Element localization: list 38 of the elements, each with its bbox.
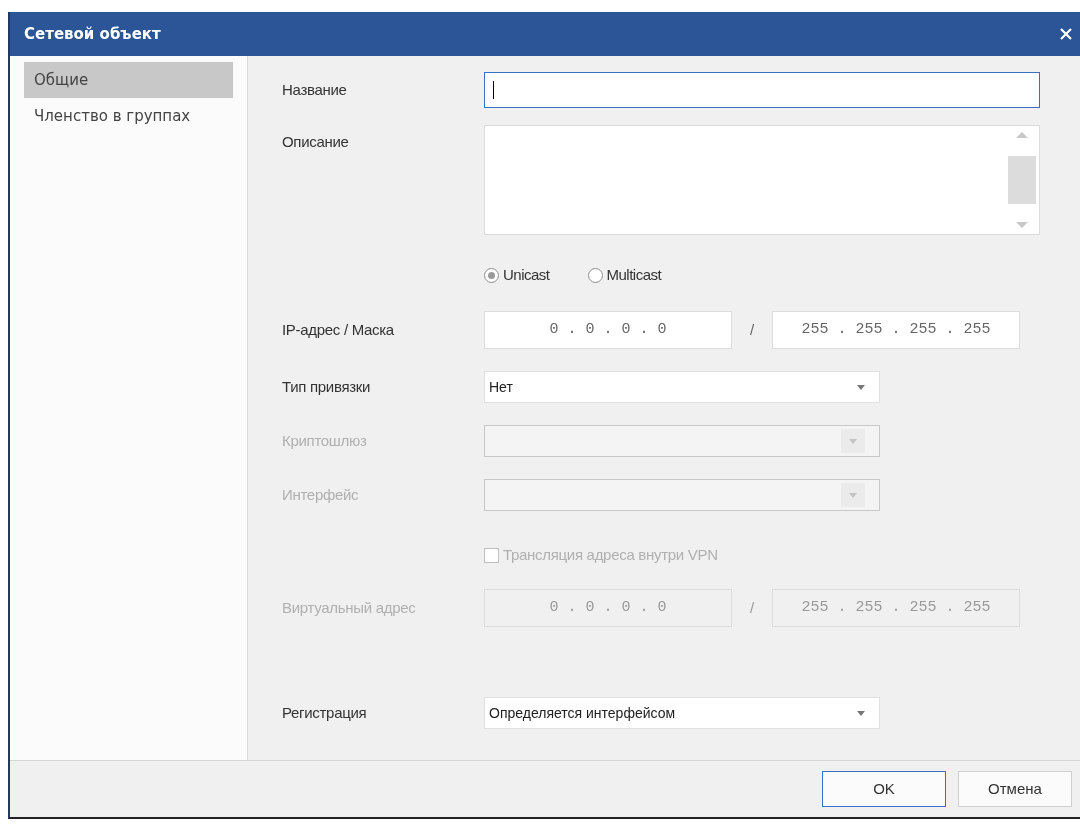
caret-icon — [857, 710, 865, 716]
radio-button[interactable] — [484, 267, 499, 283]
sidebar-item[interactable]: Общие — [24, 62, 233, 98]
window-title: Сетевой объект — [24, 23, 161, 45]
scroll-up-icon[interactable] — [1016, 132, 1028, 138]
checkbox-label: Трансляция адреса внутри VPN — [503, 544, 718, 565]
ip-address-field: 0 . 0 . 0 . 0 — [484, 589, 732, 627]
field-label: Интерфейс — [282, 484, 360, 505]
cancel-button[interactable]: Отмена — [958, 771, 1072, 807]
field-label: Регистрация — [282, 702, 368, 723]
ip-address-field[interactable]: 0 . 0 . 0 . 0 — [484, 311, 732, 349]
field-label: Тип привязки — [282, 376, 372, 397]
caret-icon — [857, 384, 865, 390]
subnet-mask-field: 255 . 255 . 255 . 255 — [772, 589, 1020, 627]
radio-button[interactable] — [587, 267, 603, 283]
separator-label: / — [748, 597, 756, 618]
close-icon — [1060, 28, 1072, 40]
sidebar-item[interactable]: Членство в группах — [24, 98, 233, 134]
caret-icon — [849, 492, 857, 498]
separator-label: / — [748, 319, 756, 340]
ok-button[interactable]: OK — [822, 771, 946, 807]
dropdown[interactable]: Определяется интерфейсом — [484, 697, 880, 729]
radio-label: Multicast — [606, 264, 662, 285]
field-label: IP-адрес / Маска — [282, 319, 395, 340]
field-label: Криптошлюз — [282, 430, 368, 451]
radio-label: Unicast — [503, 264, 550, 285]
close-button[interactable] — [1058, 26, 1074, 42]
text-field[interactable] — [484, 72, 1040, 108]
scroll-thumb[interactable] — [1008, 156, 1036, 204]
dropdown[interactable]: Нет — [484, 371, 880, 403]
field-label: Виртуальный адрес — [282, 597, 417, 618]
field-label: Название — [282, 79, 348, 100]
description-field[interactable] — [484, 125, 1040, 235]
field-label: Описание — [282, 132, 350, 152]
scroll-down-icon[interactable] — [1016, 222, 1028, 228]
caret-icon — [849, 438, 857, 444]
subnet-mask-field[interactable]: 255 . 255 . 255 . 255 — [772, 311, 1020, 349]
scrollbar[interactable] — [1009, 132, 1035, 228]
